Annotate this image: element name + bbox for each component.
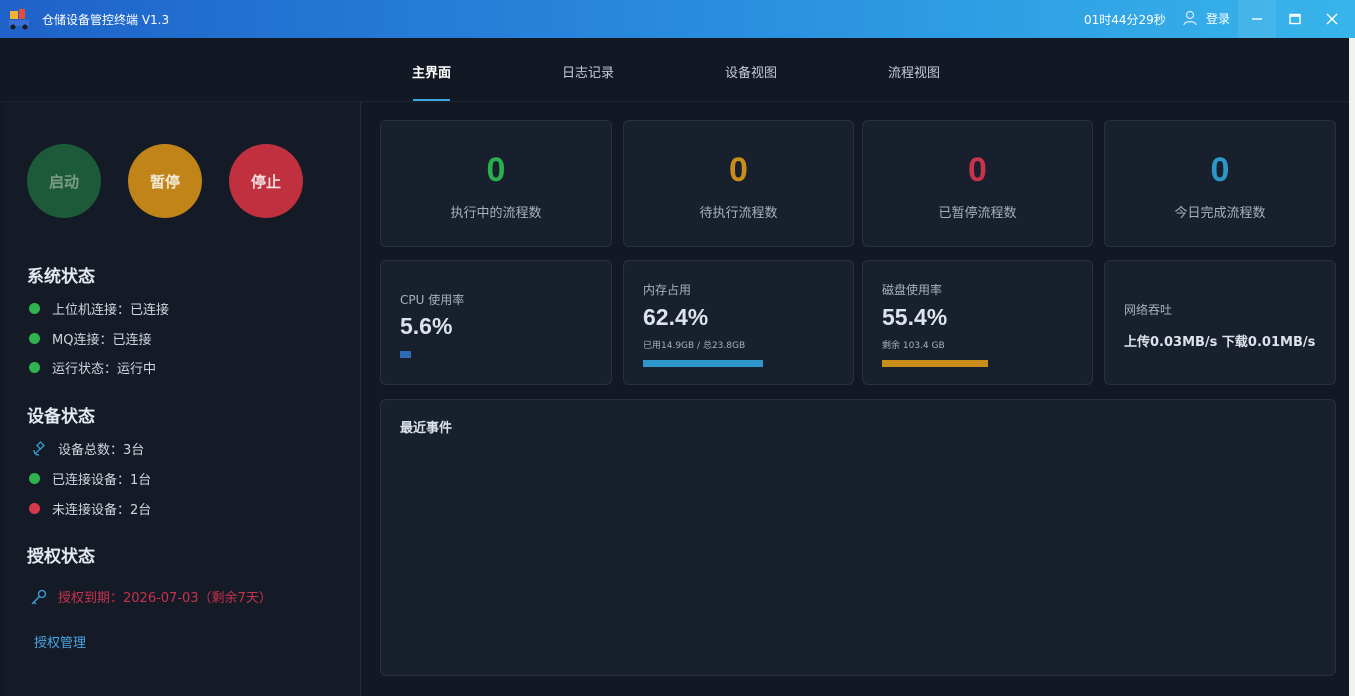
metric-label: 网络吞吐 <box>1124 303 1173 317</box>
metric-card-memory: 内存占用 62.4% 已用14.9GB / 总23.8GB <box>623 260 854 385</box>
metric-value: 62.4% <box>643 304 709 330</box>
maximize-icon <box>1289 13 1301 25</box>
active-tab-indicator <box>413 99 450 101</box>
metric-label: 内存占用 <box>643 283 692 297</box>
satellite-icon <box>33 440 45 456</box>
disk-usage-bar-fill <box>882 360 989 367</box>
status-dot <box>29 473 40 484</box>
status-dot <box>29 362 40 373</box>
stat-value: 0 <box>729 151 748 189</box>
stat-label: 已暂停流程数 <box>938 206 1017 221</box>
status-host-connection: 上位机连接：已连接 <box>29 299 169 318</box>
system-status-title: 系统状态 <box>27 267 95 287</box>
metric-sub: 已用14.9GB / 总23.8GB <box>643 341 746 351</box>
metric-value: 55.4% <box>882 304 948 330</box>
stat-value: 0 <box>486 151 506 189</box>
metric-label: 磁盘使用率 <box>882 283 943 297</box>
metric-value: 5.6% <box>400 313 453 339</box>
app-logo-icon <box>9 9 29 30</box>
stat-label: 执行中的流程数 <box>450 206 542 221</box>
key-icon <box>31 589 47 604</box>
device-total: 设备总数：3台 <box>32 439 144 458</box>
tab-bar: 主界面 日志记录 设备视图 流程视图 <box>0 38 1349 102</box>
stat-card-completed: 0 今日完成流程数 <box>1104 120 1336 247</box>
clock-display: 01时44分29秒 <box>1084 13 1166 27</box>
tab-main[interactable]: 主界面 <box>412 62 451 81</box>
close-icon <box>1326 13 1338 25</box>
recent-events-panel: 最近事件 <box>380 399 1336 676</box>
status-dot <box>29 503 40 514</box>
minimize-button[interactable] <box>1238 0 1276 38</box>
memory-usage-bar <box>643 360 835 367</box>
recent-events-title: 最近事件 <box>400 421 453 436</box>
cpu-usage-bar <box>400 351 520 358</box>
memory-usage-bar-fill <box>643 360 763 367</box>
status-run-state: 运行状态：运行中 <box>29 358 156 377</box>
license-manage-link[interactable]: 授权管理 <box>34 632 86 651</box>
tab-process-view[interactable]: 流程视图 <box>888 62 940 81</box>
app-title: 仓储设备管控终端 V1.3 <box>42 13 170 27</box>
stop-button[interactable]: 停止 <box>229 144 303 218</box>
stat-card-paused: 0 已暂停流程数 <box>862 120 1093 247</box>
metric-label: CPU 使用率 <box>400 293 465 307</box>
metric-card-disk: 磁盘使用率 55.4% 剩余 103.4 GB <box>862 260 1093 385</box>
title-bar: 仓储设备管控终端 V1.3 01时44分29秒 登录 <box>0 0 1355 38</box>
metric-sub: 剩余 103.4 GB <box>882 341 945 351</box>
start-button[interactable]: 启动 <box>27 144 101 218</box>
tab-device-view[interactable]: 设备视图 <box>725 62 777 81</box>
stat-card-pending: 0 待执行流程数 <box>623 120 854 247</box>
stat-label: 待执行流程数 <box>699 206 778 221</box>
tab-logs[interactable]: 日志记录 <box>562 62 614 81</box>
license-status-title: 授权状态 <box>27 547 95 567</box>
status-dot <box>29 333 40 344</box>
metric-card-network: 网络吞吐 上传0.03MB/s 下载0.01MB/s <box>1104 260 1336 385</box>
stat-label: 今日完成流程数 <box>1174 206 1266 221</box>
network-throughput: 上传0.03MB/s 下载0.01MB/s <box>1124 335 1316 350</box>
status-dot <box>29 303 40 314</box>
pause-button[interactable]: 暂停 <box>128 144 202 218</box>
login-button[interactable]: 登录 <box>1206 10 1230 27</box>
close-button[interactable] <box>1313 0 1351 38</box>
stat-card-running: 0 执行中的流程数 <box>380 120 612 247</box>
main-window: 主界面 日志记录 设备视图 流程视图 启动 暂停 停止 系统状态 上位机连接：已… <box>0 38 1349 696</box>
disk-usage-bar <box>882 360 1074 367</box>
cpu-usage-bar-fill <box>400 351 411 358</box>
device-connected: 已连接设备：1台 <box>29 469 151 488</box>
maximize-button[interactable] <box>1276 0 1314 38</box>
user-icon[interactable] <box>1183 10 1197 26</box>
minimize-icon <box>1252 18 1262 20</box>
metric-card-cpu: CPU 使用率 5.6% <box>380 260 612 385</box>
device-disconnected: 未连接设备：2台 <box>29 499 151 518</box>
device-status-title: 设备状态 <box>27 407 95 427</box>
sidebar: 启动 暂停 停止 系统状态 上位机连接：已连接 MQ连接：已连接 运行状态：运行… <box>6 102 361 696</box>
background-window-strip <box>1349 38 1355 696</box>
stat-value: 0 <box>968 151 987 189</box>
stat-value: 0 <box>1210 151 1230 189</box>
status-mq-connection: MQ连接：已连接 <box>29 329 151 348</box>
license-expiry: 授权到期：2026-07-03（剩余7天） <box>30 587 272 606</box>
